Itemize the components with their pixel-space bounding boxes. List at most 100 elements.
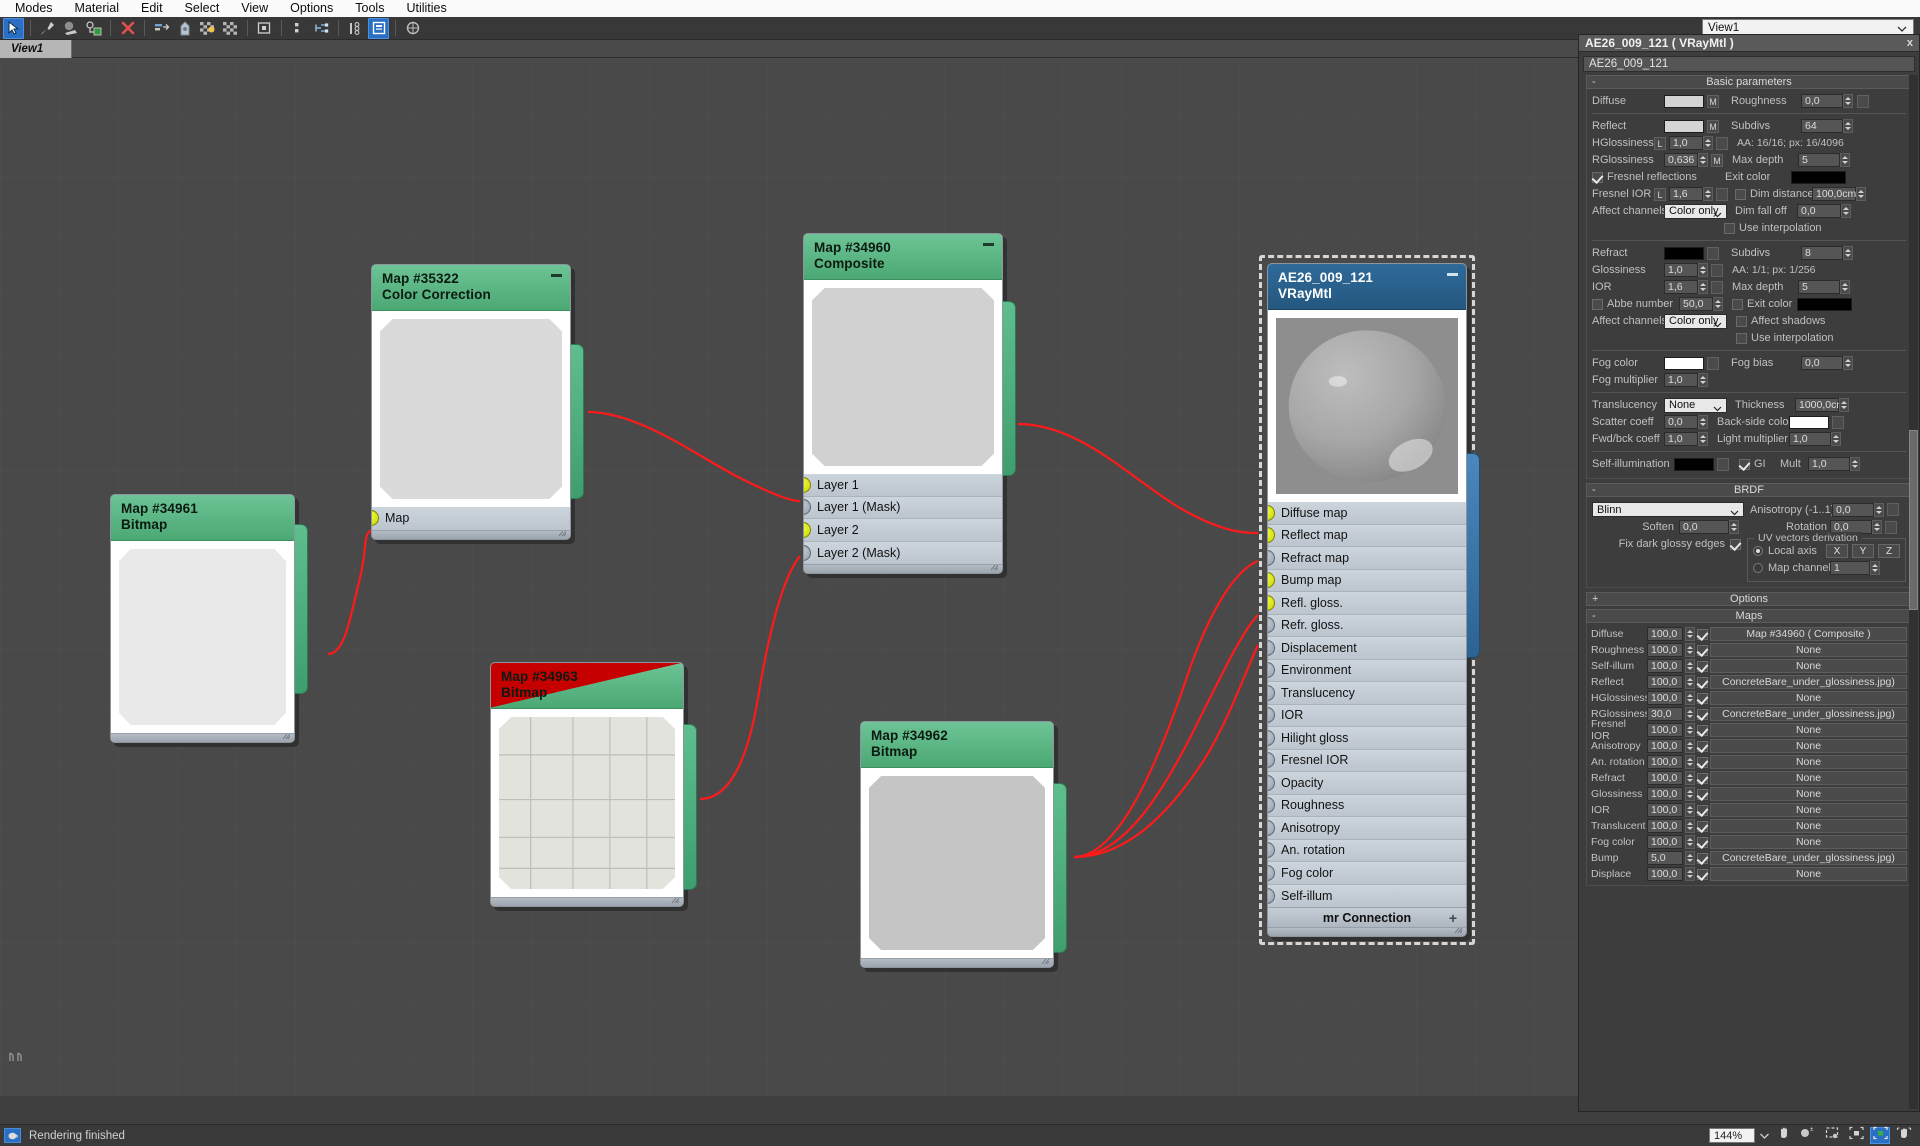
refract-map-button[interactable]: . bbox=[1707, 246, 1719, 260]
slot-connector-dot[interactable] bbox=[1268, 887, 1275, 904]
maps-row-amount-spinner[interactable]: 100,0 bbox=[1647, 659, 1683, 673]
map-channel-spinner[interactable]: 1 bbox=[1830, 561, 1870, 575]
slot-bump-map[interactable]: Bump map bbox=[1268, 569, 1466, 592]
node-bitmap-34963[interactable]: Map #34963 Bitmap bbox=[490, 662, 697, 911]
dim-distance-checkbox[interactable] bbox=[1735, 188, 1746, 200]
fresnel-ior-lock-button[interactable]: L bbox=[1654, 187, 1666, 201]
put-to-library-button[interactable] bbox=[174, 18, 195, 39]
menu-item-material[interactable]: Material bbox=[64, 0, 130, 17]
node-bitmap-34961[interactable]: Map #34961 Bitmap bbox=[110, 494, 308, 747]
node-title-bar[interactable]: Map #34962 Bitmap bbox=[861, 722, 1053, 768]
show-parameter-editor-button[interactable] bbox=[368, 17, 389, 39]
node-composite-34960[interactable]: Map #34960 Composite Layer 1 Layer 1 (Ma… bbox=[803, 233, 1016, 578]
maps-row-amount-arrows[interactable] bbox=[1685, 691, 1695, 705]
refract-maxdepth-spinner-arrows[interactable] bbox=[1840, 280, 1850, 294]
resize-grip-icon[interactable] bbox=[1037, 958, 1050, 965]
maps-row-amount-arrows[interactable] bbox=[1685, 851, 1695, 865]
maps-row-amount-arrows[interactable] bbox=[1685, 787, 1695, 801]
menu-item-view[interactable]: View bbox=[230, 0, 279, 17]
assign-material-button[interactable] bbox=[60, 18, 81, 39]
fog-bias-spinner[interactable]: 0,0 bbox=[1801, 356, 1843, 370]
slot-connector-dot[interactable] bbox=[1268, 774, 1275, 791]
refract-affect-channels-dropdown[interactable]: Color only bbox=[1664, 313, 1727, 329]
arrange-vertical-button[interactable] bbox=[288, 18, 309, 39]
maps-row-map-button[interactable]: ConcreteBare_under_glossiness.jpg) bbox=[1710, 851, 1907, 865]
maps-row-map-button[interactable]: ConcreteBare_under_glossiness.jpg) bbox=[1710, 675, 1907, 689]
slot-connector-dot[interactable] bbox=[1268, 527, 1275, 544]
panel-title-bar[interactable]: AE26_009_121 ( VRayMtl ) x bbox=[1579, 35, 1919, 52]
maps-row-enable-checkbox[interactable] bbox=[1697, 724, 1708, 736]
slot-anisotropy[interactable]: Anisotropy bbox=[1268, 817, 1466, 840]
panel-scroll-area[interactable]: - Basic parameters Diffuse M Roughness 0… bbox=[1579, 75, 1919, 1111]
resize-grip-icon[interactable] bbox=[554, 530, 567, 537]
dim-distance-spinner[interactable]: 100,0cm bbox=[1812, 187, 1856, 201]
anisotropy-spinner-arrows[interactable] bbox=[1874, 502, 1884, 517]
slot-connector-dot[interactable] bbox=[804, 499, 811, 516]
node-title-bar[interactable]: Map #35322 Color Correction bbox=[372, 265, 570, 311]
maps-row-amount-arrows[interactable] bbox=[1685, 675, 1695, 689]
maps-row-amount-arrows[interactable] bbox=[1685, 643, 1695, 657]
slot-connector-dot[interactable] bbox=[1268, 752, 1275, 769]
maps-row-enable-checkbox[interactable] bbox=[1697, 644, 1708, 656]
anisotropy-spinner[interactable]: 0,0 bbox=[1832, 502, 1874, 517]
refract-subdivs-spinner-arrows[interactable] bbox=[1843, 246, 1853, 260]
slot-refract-map[interactable]: Refract map bbox=[1268, 547, 1466, 570]
maps-row-enable-checkbox[interactable] bbox=[1697, 820, 1708, 832]
maps-row-amount-spinner[interactable]: 100,0 bbox=[1647, 723, 1683, 737]
dim-falloff-spinner[interactable]: 0,0 bbox=[1797, 204, 1841, 218]
slot-refl-gloss[interactable]: Refl. gloss. bbox=[1268, 592, 1466, 615]
maps-row-map-button[interactable]: None bbox=[1710, 819, 1907, 833]
maps-row-amount-spinner[interactable]: 100,0 bbox=[1647, 819, 1683, 833]
hglossiness-map-button[interactable]: . bbox=[1716, 136, 1728, 150]
roughness-spinner-arrows[interactable] bbox=[1843, 94, 1853, 108]
affect-channels-dropdown[interactable]: Color only bbox=[1664, 203, 1727, 219]
fresnel-reflections-checkbox[interactable] bbox=[1592, 171, 1603, 183]
dim-distance-spinner-arrows[interactable] bbox=[1856, 187, 1866, 201]
maps-row-amount-arrows[interactable] bbox=[1685, 627, 1695, 641]
maps-row-enable-checkbox[interactable] bbox=[1697, 660, 1708, 672]
select-tool-button[interactable] bbox=[3, 17, 24, 39]
slot-connector-dot[interactable] bbox=[1268, 684, 1275, 701]
slot-connector-dot[interactable] bbox=[1268, 819, 1275, 836]
thickness-spinner-arrows[interactable] bbox=[1839, 398, 1849, 412]
refract-exit-color-checkbox[interactable] bbox=[1732, 298, 1743, 310]
menu-item-options[interactable]: Options bbox=[279, 0, 344, 17]
rollout-header-brdf[interactable]: - BRDF bbox=[1586, 483, 1912, 497]
rollout-toggle[interactable]: - bbox=[1592, 76, 1596, 88]
maps-row-enable-checkbox[interactable] bbox=[1697, 788, 1708, 800]
maps-row-amount-spinner[interactable]: 100,0 bbox=[1647, 643, 1683, 657]
hglossiness-lock-button[interactable]: L bbox=[1654, 136, 1666, 150]
node-title-bar[interactable]: Map #34961 Bitmap bbox=[111, 495, 294, 541]
axis-z-button[interactable]: Z bbox=[1878, 544, 1900, 558]
fwd-bck-coeff-spinner-arrows[interactable] bbox=[1698, 432, 1708, 446]
rotation-map-button[interactable]: . bbox=[1885, 520, 1897, 534]
maps-row-map-button[interactable]: None bbox=[1710, 771, 1907, 785]
map-channel-radio[interactable] bbox=[1753, 563, 1763, 573]
axis-y-button[interactable]: Y bbox=[1852, 544, 1874, 558]
hglossiness-spinner-arrows[interactable] bbox=[1703, 136, 1713, 150]
maps-row-map-button[interactable]: None bbox=[1710, 643, 1907, 657]
affect-shadows-checkbox[interactable] bbox=[1736, 315, 1747, 327]
maps-row-enable-checkbox[interactable] bbox=[1697, 804, 1708, 816]
subdivs-spinner-arrows[interactable] bbox=[1843, 119, 1853, 133]
gi-checkbox[interactable] bbox=[1739, 458, 1750, 470]
maps-row-amount-spinner[interactable]: 100,0 bbox=[1647, 787, 1683, 801]
maps-row-amount-spinner[interactable]: 100,0 bbox=[1647, 867, 1683, 881]
move-children-button[interactable] bbox=[151, 18, 172, 39]
maps-row-amount-spinner[interactable]: 100,0 bbox=[1647, 739, 1683, 753]
dim-falloff-spinner-arrows[interactable] bbox=[1841, 204, 1851, 218]
ior-map-button[interactable]: . bbox=[1711, 280, 1723, 294]
maps-row-amount-arrows[interactable] bbox=[1685, 867, 1695, 881]
slot-fresnel-ior[interactable]: Fresnel IOR bbox=[1268, 749, 1466, 772]
maps-row-amount-arrows[interactable] bbox=[1685, 739, 1695, 753]
rglossiness-spinner-arrows[interactable] bbox=[1698, 153, 1708, 167]
maps-row-map-button[interactable]: Map #34960 ( Composite ) bbox=[1710, 627, 1907, 641]
fwd-bck-coeff-spinner[interactable]: 1,0 bbox=[1664, 432, 1698, 446]
maps-row-amount-arrows[interactable] bbox=[1685, 771, 1695, 785]
slot-environment[interactable]: Environment bbox=[1268, 659, 1466, 682]
maps-row-enable-checkbox[interactable] bbox=[1697, 756, 1708, 768]
rglossiness-map-button[interactable]: M bbox=[1711, 153, 1723, 167]
slot-connector-dot[interactable] bbox=[804, 476, 811, 493]
plus-icon[interactable]: + bbox=[1449, 910, 1457, 926]
tab-view1[interactable]: View1 bbox=[0, 40, 72, 58]
